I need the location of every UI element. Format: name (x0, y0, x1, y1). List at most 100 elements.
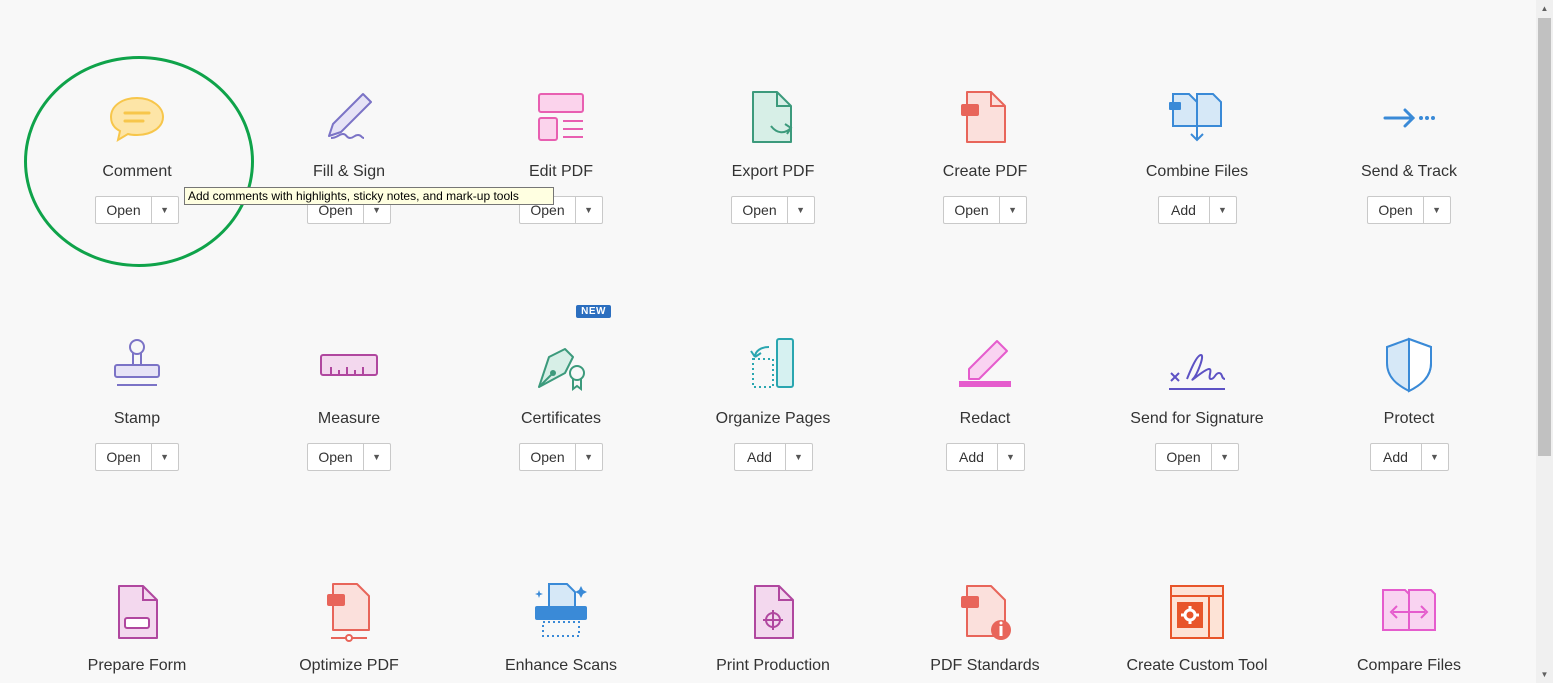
tool-certificates[interactable]: NEW Certificates Open ▼ (455, 305, 667, 471)
combine-files-icon[interactable] (1165, 86, 1229, 150)
comment-tooltip: Add comments with highlights, sticky not… (184, 187, 554, 205)
open-button[interactable]: Open (944, 197, 998, 223)
tool-split-button: Add ▼ (1369, 443, 1449, 471)
tool-label[interactable]: Combine Files (1146, 162, 1248, 182)
tool-redact[interactable]: Redact Add ▼ (879, 333, 1091, 471)
send-track-icon[interactable] (1377, 86, 1441, 150)
chevron-down-icon[interactable]: ▼ (1210, 444, 1238, 470)
tool-split-button: Open ▼ (95, 443, 179, 471)
chevron-down-icon[interactable]: ▼ (150, 197, 178, 223)
add-button[interactable]: Add (735, 444, 785, 470)
chevron-down-icon[interactable]: ▼ (574, 197, 602, 223)
add-button[interactable]: Add (1159, 197, 1209, 223)
tool-combine-files[interactable]: Combine Files Add ▼ (1091, 86, 1303, 224)
tool-label[interactable]: Edit PDF (529, 162, 593, 182)
tool-label[interactable]: Comment (102, 162, 171, 182)
tool-compare-files[interactable]: Compare Files (1303, 580, 1515, 676)
chevron-down-icon[interactable]: ▼ (998, 197, 1026, 223)
tool-pdf-standards[interactable]: PDF Standards (879, 580, 1091, 676)
new-badge: NEW (576, 305, 611, 318)
tool-label[interactable]: Prepare Form (88, 656, 187, 676)
certificates-icon[interactable]: NEW (529, 305, 611, 397)
tool-send-for-signature[interactable]: Send for Signature Open ▼ (1091, 333, 1303, 471)
tool-split-button: Add ▼ (945, 443, 1025, 471)
tool-split-button: Open ▼ (1155, 443, 1239, 471)
create-pdf-icon[interactable] (953, 86, 1017, 150)
tool-label[interactable]: Optimize PDF (299, 656, 399, 676)
tool-split-button: Open ▼ (307, 443, 391, 471)
open-button[interactable]: Open (96, 197, 150, 223)
tool-label[interactable]: Send & Track (1361, 162, 1457, 182)
tool-label[interactable]: PDF Standards (930, 656, 1039, 676)
add-button[interactable]: Add (947, 444, 997, 470)
comment-icon[interactable] (105, 86, 169, 150)
open-button[interactable]: Open (520, 444, 574, 470)
tool-send-and-track[interactable]: Send & Track Open ▼ (1303, 86, 1515, 224)
compare-files-icon[interactable] (1377, 580, 1441, 644)
open-button[interactable]: Open (96, 444, 150, 470)
tool-label[interactable]: Create Custom Tool (1126, 656, 1267, 676)
tool-label[interactable]: Measure (318, 409, 380, 429)
tool-label[interactable]: Organize Pages (716, 409, 831, 429)
open-button[interactable]: Open (1368, 197, 1422, 223)
tool-label[interactable]: Certificates (521, 409, 601, 429)
pdf-standards-icon[interactable] (953, 580, 1017, 644)
enhance-scans-icon[interactable] (529, 580, 593, 644)
print-production-icon[interactable] (741, 580, 805, 644)
open-button[interactable]: Open (308, 444, 362, 470)
organize-pages-icon[interactable] (741, 333, 805, 397)
tool-label[interactable]: Print Production (716, 656, 830, 676)
tool-protect[interactable]: Protect Add ▼ (1303, 333, 1515, 471)
tool-label[interactable]: Fill & Sign (313, 162, 385, 182)
tool-label[interactable]: Stamp (114, 409, 160, 429)
chevron-down-icon[interactable]: ▼ (1208, 197, 1236, 223)
tool-print-production[interactable]: Print Production (667, 580, 879, 676)
scroll-down-icon[interactable]: ▼ (1536, 666, 1553, 683)
tool-stamp[interactable]: Stamp Open ▼ (31, 333, 243, 471)
tool-optimize-pdf[interactable]: Optimize PDF (243, 580, 455, 676)
tool-split-button: Add ▼ (733, 443, 813, 471)
tool-create-custom-tool[interactable]: Create Custom Tool (1091, 580, 1303, 676)
tool-label[interactable]: Enhance Scans (505, 656, 617, 676)
scrollbar-thumb[interactable] (1538, 18, 1551, 456)
scroll-up-icon[interactable]: ▲ (1536, 0, 1553, 17)
tool-enhance-scans[interactable]: Enhance Scans (455, 580, 667, 676)
tool-label[interactable]: Create PDF (943, 162, 1027, 182)
fill-sign-icon[interactable] (317, 86, 381, 150)
tool-split-button: Open ▼ (731, 196, 815, 224)
protect-icon[interactable] (1377, 333, 1441, 397)
chevron-down-icon[interactable]: ▼ (1422, 197, 1450, 223)
add-button[interactable]: Add (1371, 444, 1421, 470)
redact-icon[interactable] (953, 333, 1017, 397)
edit-pdf-icon[interactable] (529, 86, 593, 150)
chevron-down-icon[interactable]: ▼ (786, 197, 814, 223)
export-pdf-icon[interactable] (741, 86, 805, 150)
send-signature-icon[interactable] (1165, 333, 1229, 397)
create-custom-tool-icon[interactable] (1165, 580, 1229, 644)
optimize-pdf-icon[interactable] (317, 580, 381, 644)
chevron-down-icon[interactable]: ▼ (574, 444, 602, 470)
tool-label[interactable]: Export PDF (732, 162, 815, 182)
chevron-down-icon[interactable]: ▼ (362, 444, 390, 470)
tool-label[interactable]: Redact (960, 409, 1011, 429)
measure-icon[interactable] (317, 333, 381, 397)
tool-prepare-form[interactable]: Prepare Form (31, 580, 243, 676)
tool-export-pdf[interactable]: Export PDF Open ▼ (667, 86, 879, 224)
tool-create-pdf[interactable]: Create PDF Open ▼ (879, 86, 1091, 224)
open-button[interactable]: Open (732, 197, 786, 223)
vertical-scrollbar[interactable]: ▲ ▼ (1536, 0, 1553, 683)
chevron-down-icon[interactable]: ▼ (1420, 444, 1448, 470)
tool-label[interactable]: Compare Files (1357, 656, 1461, 676)
tool-split-button: Open ▼ (1367, 196, 1451, 224)
stamp-icon[interactable] (105, 333, 169, 397)
tool-split-button: Open ▼ (95, 196, 179, 224)
open-button[interactable]: Open (1156, 444, 1210, 470)
tool-label[interactable]: Protect (1384, 409, 1435, 429)
tool-organize-pages[interactable]: Organize Pages Add ▼ (667, 333, 879, 471)
prepare-form-icon[interactable] (105, 580, 169, 644)
tool-measure[interactable]: Measure Open ▼ (243, 333, 455, 471)
tool-label[interactable]: Send for Signature (1130, 409, 1263, 429)
chevron-down-icon[interactable]: ▼ (996, 444, 1024, 470)
chevron-down-icon[interactable]: ▼ (784, 444, 812, 470)
chevron-down-icon[interactable]: ▼ (150, 444, 178, 470)
